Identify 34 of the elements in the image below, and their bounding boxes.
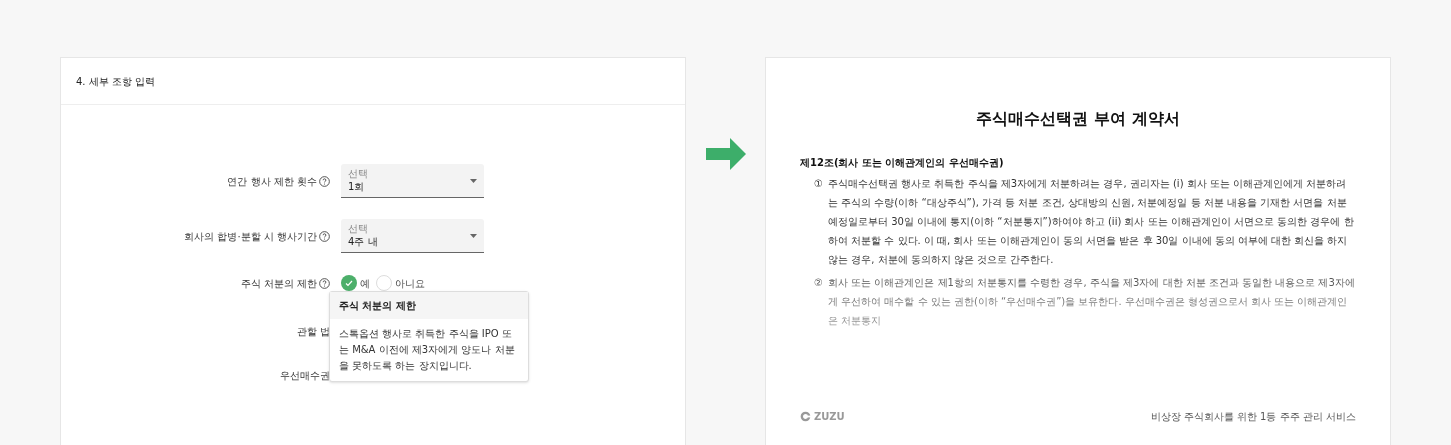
select-value: 4주 내	[348, 234, 378, 249]
article-heading: 제12조(회사 또는 이해관계인의 우선매수권)	[800, 156, 1005, 170]
field-label: 주식 처분의 제한	[240, 276, 317, 291]
field-label: 관할 법	[296, 324, 330, 339]
logo-icon	[800, 411, 811, 422]
radio-label: 예	[360, 276, 370, 291]
section-title: 4. 세부 조항 입력	[76, 74, 156, 89]
brand-name: ZUZU	[814, 410, 845, 424]
help-icon[interactable]	[319, 277, 330, 289]
tooltip-text: 스톡옵션 행사로 취득한 주식을 IPO 또는 M&A 이전에 제3자에게 양도나 처분을 못하도록 하는 장치입니다.	[338, 327, 516, 373]
clause-number: ①	[814, 177, 824, 191]
radio-label: 아니요	[395, 276, 425, 291]
clause-text: 주식매수선택권 행사로 취득한 주식을 제3자에게 처분하려는 경우, 권리자는 (i) 회사 또는 이해관계인에게 처분하려는 주식의 수량(이하 “대상주식”), 가격 등 처분 조건, 상대방의 신원, 처분예정일 등 처분 내용을 기재한 서면을 처분예정일로부터 30일 이내에 통지(이하 “처분통지”)하여야 하고 (ii) 회사 또는 이해관계인이 서면으로 동의한 경우에 한하여 처분할 수 있다. 이 때, 회사 또는 이해관계인이 동의 서면을 받은 후 30일 이내에 동의 여부에 대한 회신을 하지 않는 경우, 처분에 동의하지 않은 것으로 간주한다.	[828, 177, 1355, 267]
select-label: 선택	[348, 222, 369, 235]
field-label: 연간 행사 제한 횟수	[227, 174, 317, 189]
help-icon[interactable]	[319, 230, 330, 242]
select-field[interactable]: 선택 1회	[341, 164, 484, 198]
check-icon	[345, 279, 353, 287]
clause-number: ②	[814, 276, 824, 290]
select-value: 1회	[348, 179, 366, 194]
radio-button[interactable]	[376, 275, 392, 291]
field-label: 우선매수권	[280, 368, 330, 383]
tooltip-title: 주식 처분의 제한	[330, 292, 528, 319]
document-title: 주식매수선택권 부여 계약서	[975, 108, 1181, 130]
tagline: 비상장 주식회사를 위한 1등 주주 관리 서비스	[1150, 410, 1356, 424]
field-label: 회사의 합병·분할 시 행사기간	[184, 229, 317, 244]
radio-button[interactable]	[341, 275, 357, 291]
dropdown-caret-icon	[470, 178, 477, 183]
select-label: 선택	[348, 167, 368, 180]
arrow-right-icon	[705, 137, 746, 170]
help-icon[interactable]	[319, 175, 330, 187]
clause-text: 회사 또는 이해관계인은 제1항의 처분통지를 수령한 경우, 주식을 제3자에 대한 처분 조건과 동일한 내용으로 제3자에게 우선하여 매수할 수 있는 권한(이하 “우선매수권”)을 보유한다. 우선매수권은 형성권으로서 회사 또는 이해관계인은 처분통지	[828, 276, 1356, 328]
dropdown-caret-icon	[470, 233, 477, 238]
select-field[interactable]: 선택 4주 내	[341, 219, 484, 253]
